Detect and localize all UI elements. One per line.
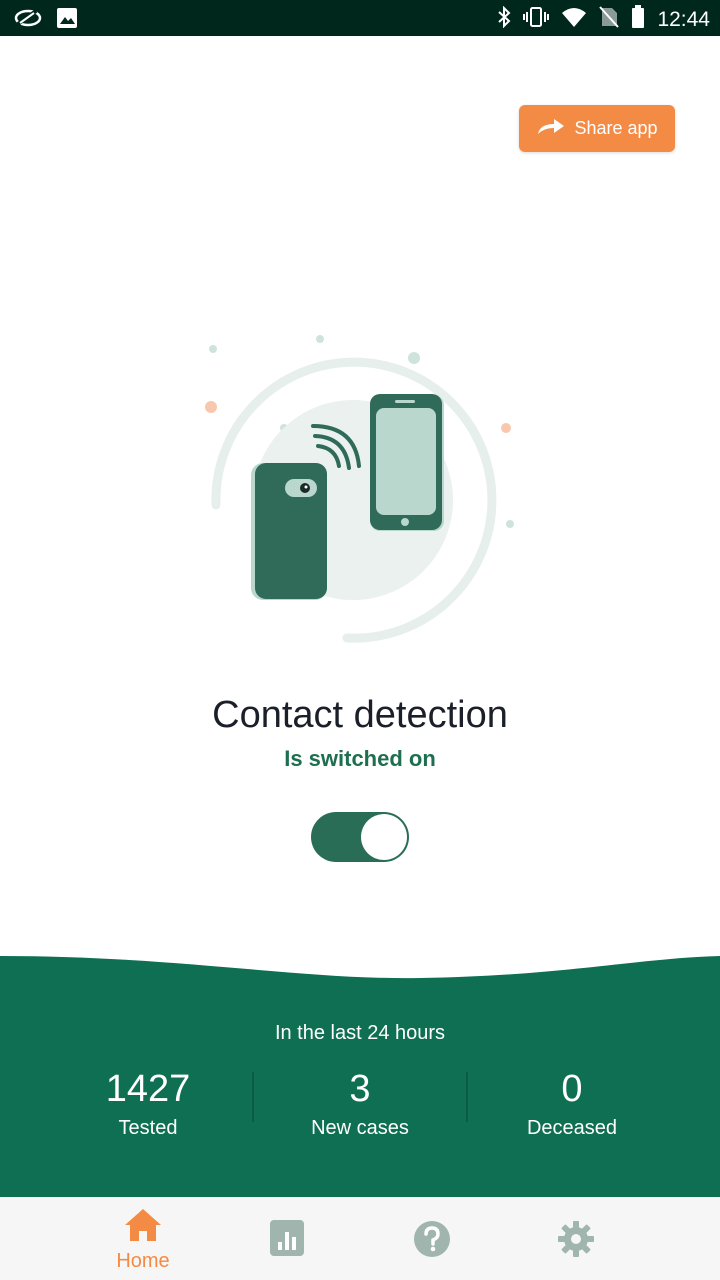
stat-new-cases: 3 New cases [260,1067,460,1140]
toggle-knob [361,814,407,860]
detection-status-text: Is switched on [284,746,436,771]
nav-stats[interactable] [215,1197,359,1280]
stat-value: 0 [561,1068,583,1110]
stat-divider [252,1072,254,1122]
stats-chart-icon [270,1220,304,1261]
share-app-label: Share app [574,118,658,138]
nav-home[interactable]: Home [71,1197,215,1280]
stats-panel: In the last 24 hours 1427 Tested 3 New c… [0,952,720,1197]
no-sim-icon [599,6,620,33]
nav-settings[interactable] [504,1197,648,1280]
stat-tested: 1427 Tested [48,1067,248,1140]
share-arrow-icon [536,116,566,141]
image-icon [56,7,78,34]
stat-label: New cases [311,1117,409,1139]
bottom-navigation: Home [0,1197,720,1280]
status-bar: 12:44 [0,0,720,36]
clock: 12:44 [657,7,710,31]
home-icon [123,1207,163,1248]
stat-value: 1427 [105,1068,191,1110]
settings-gear-icon [557,1220,595,1263]
contact-detection-title: Contact detection [212,694,508,736]
nav-help[interactable] [360,1197,504,1280]
battery-icon [631,5,645,34]
stat-divider [466,1072,468,1122]
app-logo-icon [14,8,42,33]
vibrate-icon [523,6,550,33]
stats-period-label: In the last 24 hours [274,1022,446,1044]
bluetooth-icon [497,5,511,33]
stat-value: 3 [349,1068,371,1110]
wifi-icon [561,6,587,33]
stat-deceased: 0 Deceased [472,1067,672,1140]
help-icon [413,1220,451,1263]
stat-label: Deceased [526,1117,618,1139]
stat-label: Tested [118,1117,178,1139]
contact-detection-toggle[interactable] [311,812,409,862]
share-app-button[interactable]: Share app [519,105,675,152]
nav-home-label: Home [116,1250,170,1272]
contact-detection-illustration [195,330,525,650]
